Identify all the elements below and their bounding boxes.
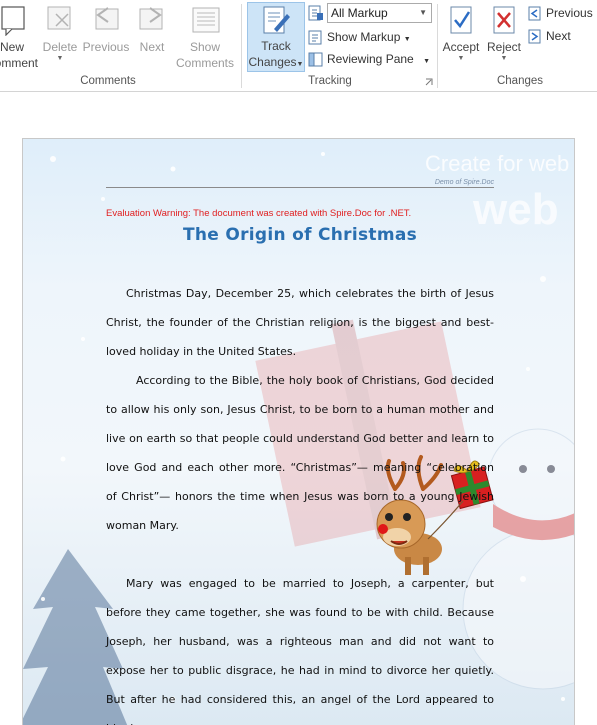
- document-page[interactable]: Create for web web Demo of Spire.Doc Eva…: [22, 138, 575, 725]
- previous-comment-label: Previous: [82, 40, 130, 54]
- show-markup-icon: [308, 30, 322, 45]
- reject-label: Reject: [486, 40, 521, 54]
- paragraph-1: Christmas Day, December 25, which celebr…: [106, 287, 494, 358]
- show-comments-label: Show Comments: [175, 40, 234, 70]
- previous-change-label: Previous: [546, 6, 593, 20]
- evaluation-warning: Evaluation Warning: The document was cre…: [106, 208, 412, 219]
- reviewing-pane-label: Reviewing Pane: [327, 52, 414, 66]
- accept-icon: [450, 6, 472, 34]
- next-change-icon: [528, 29, 541, 44]
- show-comments-button[interactable]: Show Comments: [172, 4, 238, 71]
- accept-label: Accept: [442, 40, 480, 54]
- display-for-review-icon: [308, 5, 323, 21]
- delete-comment-button[interactable]: Delete ▼: [40, 4, 80, 63]
- previous-comment-button[interactable]: Previous: [82, 4, 130, 55]
- chevron-down-icon: ▼: [56, 55, 64, 62]
- next-comment-label: Next: [139, 40, 165, 54]
- chevron-down-icon: ▼: [423, 58, 430, 65]
- next-comment-button[interactable]: Next: [134, 4, 170, 55]
- display-for-review-value: All Markup: [331, 6, 388, 20]
- chevron-down-icon: ▼: [419, 8, 427, 17]
- document-canvas[interactable]: Create for web web Demo of Spire.Doc Eva…: [0, 93, 597, 725]
- display-for-review-select[interactable]: All Markup ▼: [327, 3, 432, 23]
- reject-icon: [493, 6, 515, 34]
- group-divider: [437, 4, 438, 88]
- show-markup-button[interactable]: Show Markup ▼: [308, 27, 411, 47]
- track-changes-icon: [263, 6, 290, 34]
- watermark-small: Create for web: [425, 151, 569, 176]
- previous-change-button[interactable]: Previous: [528, 3, 593, 23]
- chevron-down-icon: ▼: [403, 36, 411, 43]
- accept-button[interactable]: Accept ▼: [440, 4, 482, 63]
- paragraph-2: According to the Bible, the holy book of…: [106, 374, 494, 532]
- new-comment-button[interactable]: New Comment: [0, 4, 38, 71]
- next-change-label: Next: [546, 29, 571, 43]
- previous-change-icon: [528, 6, 541, 21]
- track-changes-button[interactable]: Track Changes▼: [247, 2, 305, 72]
- dialog-launcher-icon[interactable]: [425, 78, 433, 86]
- chevron-down-icon: ▼: [457, 55, 465, 62]
- show-markup-label: Show Markup: [327, 30, 401, 44]
- show-comments-icon: [192, 7, 220, 33]
- delete-comment-label: Delete: [42, 40, 78, 54]
- delete-comment-icon: [47, 6, 71, 30]
- tracking-group-label: Tracking: [308, 75, 352, 87]
- next-change-button[interactable]: Next: [528, 26, 571, 46]
- group-divider: [241, 4, 242, 88]
- chevron-down-icon: ▼: [500, 55, 508, 62]
- reject-button[interactable]: Reject ▼: [485, 4, 523, 63]
- reviewing-pane-icon: [308, 52, 323, 67]
- next-comment-icon: [139, 7, 163, 30]
- comments-group-label: Comments: [80, 75, 136, 87]
- chevron-down-icon: ▼: [296, 61, 304, 68]
- header-demo-text: Demo of Spire.Doc: [434, 179, 494, 186]
- new-comment-icon: [1, 6, 25, 36]
- header-rule: [106, 187, 494, 188]
- changes-group-label: Changes: [496, 75, 544, 87]
- new-comment-label: New Comment: [0, 40, 39, 70]
- reviewing-pane-button[interactable]: Reviewing Pane ▼: [308, 49, 430, 69]
- document-title: The Origin of Christmas: [182, 225, 418, 245]
- previous-comment-icon: [95, 7, 119, 30]
- paragraph-3: Mary was engaged to be married to Joseph…: [106, 577, 494, 725]
- review-ribbon: New Comment Delete ▼ Previous Next Show …: [0, 0, 597, 92]
- track-changes-label: Track Changes: [248, 39, 297, 69]
